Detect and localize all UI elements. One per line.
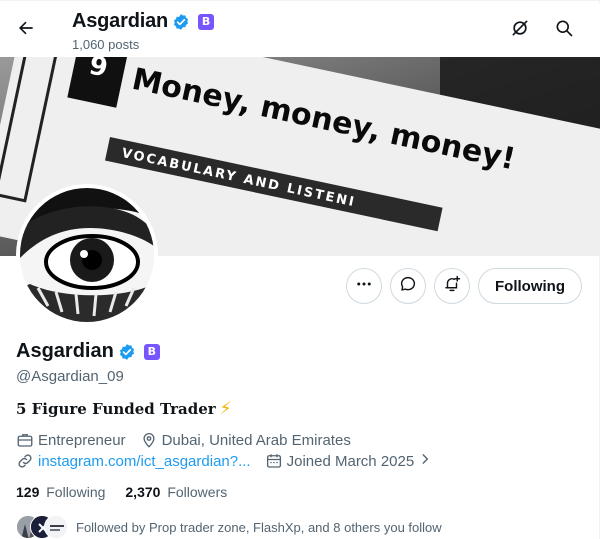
followers-count-link[interactable]: 2,370 Followers xyxy=(125,484,227,500)
profile-name: Asgardian xyxy=(16,340,114,362)
profile-name-row: Asgardian B xyxy=(16,340,160,363)
premium-badge[interactable]: B xyxy=(143,343,160,360)
profile-meta-row: Entrepreneur Dubai, United Arab Emirates xyxy=(16,431,365,449)
following-count-link[interactable]: 129 Following xyxy=(16,484,105,500)
briefcase-icon xyxy=(16,431,34,449)
message-icon xyxy=(399,275,417,298)
joined-text: Joined March 2025 xyxy=(286,452,415,470)
grok-icon xyxy=(510,18,530,43)
profile-handle: @Asgardian_09 xyxy=(16,368,124,385)
search-icon xyxy=(554,18,574,43)
verified-badge-icon[interactable] xyxy=(118,343,136,361)
avatar xyxy=(44,515,68,539)
followed-by-text: Followed by Prop trader zone, FlashXp, a… xyxy=(76,519,442,535)
profile-avatar[interactable] xyxy=(16,184,158,326)
profile-meta-row-2: instagram.com/ict_asgardian?... Joined M… xyxy=(16,452,446,470)
profile-page: Asgardian B 1,060 posts 9 Money, money, … xyxy=(0,0,600,539)
following-label: Following xyxy=(46,484,106,500)
grok-button[interactable] xyxy=(502,12,538,48)
verified-badge-icon xyxy=(172,13,190,31)
notify-button[interactable] xyxy=(434,268,470,304)
followers-count: 2,370 xyxy=(125,484,161,500)
followed-by-row[interactable]: Followed by Prop trader zone, FlashXp, a… xyxy=(16,515,442,539)
message-button[interactable] xyxy=(390,268,426,304)
back-button[interactable] xyxy=(8,12,44,48)
follow-counts: 129 Following 2,370 Followers xyxy=(16,484,247,500)
header-title-row: Asgardian B xyxy=(72,10,215,33)
post-count: 1,060 posts xyxy=(72,37,140,52)
profile-category: Entrepreneur xyxy=(16,431,126,449)
followers-label: Followers xyxy=(167,484,228,500)
arrow-left-icon xyxy=(16,18,36,43)
chevron-right-icon xyxy=(418,452,432,470)
website-link[interactable]: instagram.com/ict_asgardian?... xyxy=(38,453,251,470)
link-icon xyxy=(16,452,34,470)
eye-avatar-image xyxy=(20,188,154,322)
category-text: Entrepreneur xyxy=(38,431,126,449)
profile-bio: 5 Figure Funded Trader ⚡ xyxy=(16,399,232,419)
header-name: Asgardian xyxy=(72,10,169,32)
location-text: Dubai, United Arab Emirates xyxy=(161,431,351,449)
bio-text: 5 Figure Funded Trader xyxy=(16,400,216,418)
profile-header: Asgardian B 1,060 posts xyxy=(0,4,600,57)
premium-badge: B xyxy=(198,13,215,30)
lightning-icon: ⚡ xyxy=(219,399,232,419)
profile-website: instagram.com/ict_asgardian?... xyxy=(16,452,251,470)
more-button[interactable] xyxy=(346,268,382,304)
location-pin-icon xyxy=(140,431,158,449)
profile-location: Dubai, United Arab Emirates xyxy=(140,431,351,449)
followed-by-avatars xyxy=(16,515,68,539)
following-button[interactable]: Following xyxy=(478,268,582,304)
search-button[interactable] xyxy=(546,12,582,48)
notification-add-icon xyxy=(443,275,461,298)
following-count: 129 xyxy=(16,484,40,500)
profile-joined[interactable]: Joined March 2025 xyxy=(265,452,433,470)
calendar-icon xyxy=(265,452,283,470)
more-icon xyxy=(355,275,373,298)
